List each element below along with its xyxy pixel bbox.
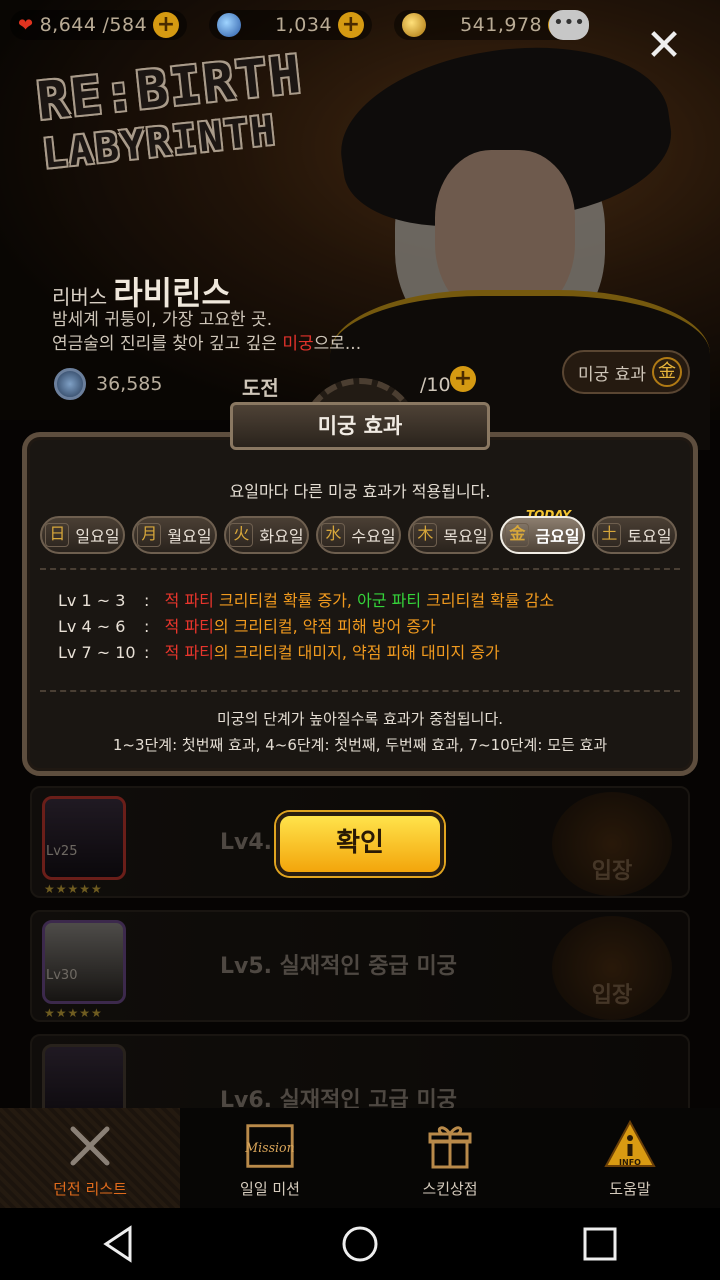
tab-label: 일일 미션 — [240, 1179, 300, 1198]
crossed-swords-icon — [62, 1118, 118, 1174]
try-count: /10 — [420, 374, 451, 396]
separator: : — [144, 617, 150, 636]
note-line: 미궁의 단계가 높아질수록 효과가 중첩됩니다. — [216, 710, 504, 728]
weekday-label: 월요일 — [167, 527, 212, 546]
system-nav-bar — [0, 1208, 720, 1280]
gold-day-icon: 金 — [652, 357, 682, 387]
description-text: 연금술의 진리를 찾아 깊고 깊은 — [52, 334, 283, 354]
dungeon-title-prefix: 리버스 — [52, 285, 108, 309]
weekday-label: 화요일 — [259, 527, 304, 546]
description-line: 연금술의 진리를 찾아 깊고 깊은 미궁으로... — [52, 332, 361, 356]
enemy-party-text: 적 파티 — [164, 591, 214, 610]
stamina-value: 8,644 — [39, 14, 97, 36]
weekday-hanja-icon: 土 — [597, 523, 622, 547]
screen: Lv25 ★★★★★ Lv4. 실 입장 Lv30 ★★★★★ Lv5. 실재적… — [0, 0, 720, 1280]
gift-icon — [422, 1118, 478, 1174]
description-text: 으로... — [313, 334, 362, 354]
tab-dungeon-list[interactable]: 던전 리스트 — [0, 1108, 180, 1208]
dungeon-logo: RE:BIRTH LABYRINTH — [34, 45, 305, 272]
effect-chip-label: 미궁 효과 — [578, 364, 646, 385]
level-effects-list: Lv 1 ~ 3: 적 파티 크리티컬 확률 증가, 아군 파티 크리티컬 확률… — [58, 588, 554, 666]
weekday-label: 목요일 — [443, 527, 488, 546]
gem-counter: 1,034 + — [209, 10, 373, 40]
tab-label: 던전 리스트 — [53, 1179, 127, 1198]
gold-value: 541,978 — [460, 14, 543, 36]
add-stamina-button[interactable]: + — [153, 12, 180, 38]
description-line: 밤세계 귀퉁이, 가장 고요한 곳. — [52, 310, 273, 330]
confirm-button[interactable]: 확인 — [276, 812, 444, 876]
enemy-party-text: 적 파티 — [164, 643, 214, 662]
tab-label: 도움말 — [609, 1179, 651, 1198]
mission-icon: Mission — [242, 1118, 298, 1174]
back-icon[interactable] — [90, 1214, 150, 1274]
mission-icon-text: Mission — [244, 1139, 294, 1154]
recents-icon[interactable] — [570, 1214, 630, 1274]
stamina-counter: ❤ 8,644/584 + — [10, 10, 188, 40]
divider — [40, 568, 680, 570]
ally-party-text: 아군 파티 — [352, 591, 422, 610]
add-gem-button[interactable]: + — [338, 12, 365, 38]
info-icon: INFO — [602, 1118, 658, 1174]
gem-value: 1,034 — [275, 14, 333, 36]
level-range: Lv 4 ~ 6 — [58, 617, 126, 636]
enemy-party-text: 적 파티 — [164, 617, 214, 636]
weekday-hanja-icon: 金 — [505, 523, 530, 547]
description-highlight: 미궁 — [282, 334, 314, 354]
note-line: 1~3단계: 첫번째 효과, 4~6단계: 첫번째, 두번째 효과, 7~10단… — [112, 736, 608, 754]
home-icon[interactable] — [330, 1214, 390, 1274]
divider — [40, 690, 680, 692]
dungeon-description: 밤세계 귀퉁이, 가장 고요한 곳. 연금술의 진리를 찾아 깊고 깊은 미궁으… — [52, 308, 361, 356]
effect-text: 의 크리티컬 대미지, 약점 피해 대미지 증가 — [213, 643, 500, 662]
level-effect-row: Lv 4 ~ 6: 적 파티의 크리티컬, 약점 피해 방어 증가 — [58, 614, 554, 640]
level-effect-row: Lv 7 ~ 10: 적 파티의 크리티컬 대미지, 약점 피해 대미지 증가 — [58, 640, 554, 666]
level-effect-row: Lv 1 ~ 3: 적 파티 크리티컬 확률 증가, 아군 파티 크리티컬 확률… — [58, 588, 554, 614]
weekday-tab[interactable]: 月 월요일 — [132, 516, 217, 554]
energy-counter: 36,585 — [54, 368, 162, 400]
modal-subtitle: 요일마다 다른 미궁 효과가 적용됩니다. — [229, 482, 491, 501]
weekday-label: 금요일 — [535, 527, 580, 546]
try-label: 도전 — [242, 376, 279, 400]
weekday-hanja-icon: 火 — [229, 523, 254, 547]
bottom-tab-bar: 던전 리스트 Mission 일일 미션 스킨상점 INFO 도움말 — [0, 1108, 720, 1208]
heart-icon: ❤ — [18, 14, 34, 36]
level-range: Lv 1 ~ 3 — [58, 591, 126, 610]
labyrinth-effect-button[interactable]: 미궁 효과 金 — [562, 350, 690, 394]
info-icon-text: INFO — [619, 1158, 641, 1167]
add-tries-button[interactable]: + — [450, 366, 476, 392]
weekday-hanja-icon: 木 — [413, 523, 438, 547]
weekday-label: 수요일 — [351, 527, 396, 546]
chat-icon[interactable]: ••• — [549, 10, 589, 40]
weekday-tab[interactable]: 水 수요일 — [316, 516, 401, 554]
tab-help[interactable]: INFO 도움말 — [540, 1108, 720, 1208]
weekday-tab[interactable]: 金 금요일 — [500, 516, 585, 554]
gem-icon — [217, 13, 242, 37]
weekday-hanja-icon: 日 — [45, 523, 70, 547]
weekday-tab[interactable]: 日 일요일 — [40, 516, 125, 554]
effect-text: 크리티컬 확률 감소 — [421, 591, 555, 610]
weekday-label: 일요일 — [75, 527, 120, 546]
stamina-max: /584 — [102, 14, 148, 36]
level-range: Lv 7 ~ 10 — [58, 643, 136, 662]
gold-coin-icon — [402, 13, 427, 37]
stacking-note: 미궁의 단계가 높아질수록 효과가 중첩됩니다. 1~3단계: 첫번째 효과, … — [22, 706, 698, 758]
close-icon[interactable]: ✕ — [641, 24, 687, 70]
tab-label: 스킨상점 — [422, 1179, 478, 1198]
weekday-label: 토요일 — [627, 527, 672, 546]
weekday-hanja-icon: 月 — [137, 523, 162, 547]
separator: : — [144, 643, 150, 662]
weekday-tabs: 日 일요일 月 월요일 火 화요일 水 수요일 木 목요일 金 금요일 土 토요일 — [40, 516, 677, 554]
effect-text: 크리티컬 확률 증가, — [213, 591, 353, 610]
separator: : — [144, 591, 150, 610]
resource-bar: ❤ 8,644/584 + 1,034 + 541,978 + — [10, 8, 583, 42]
weekday-tab[interactable]: 火 화요일 — [224, 516, 309, 554]
effect-text: 의 크리티컬, 약점 피해 방어 증가 — [213, 617, 436, 636]
energy-orb-icon — [54, 368, 86, 400]
modal-title: 미궁 효과 — [230, 402, 490, 450]
weekday-tab[interactable]: 土 토요일 — [592, 516, 677, 554]
weekday-tab[interactable]: 木 목요일 — [408, 516, 493, 554]
tab-daily-mission[interactable]: Mission 일일 미션 — [180, 1108, 360, 1208]
tab-skin-shop[interactable]: 스킨상점 — [360, 1108, 540, 1208]
weekday-hanja-icon: 水 — [321, 523, 346, 547]
energy-value: 36,585 — [96, 373, 163, 395]
